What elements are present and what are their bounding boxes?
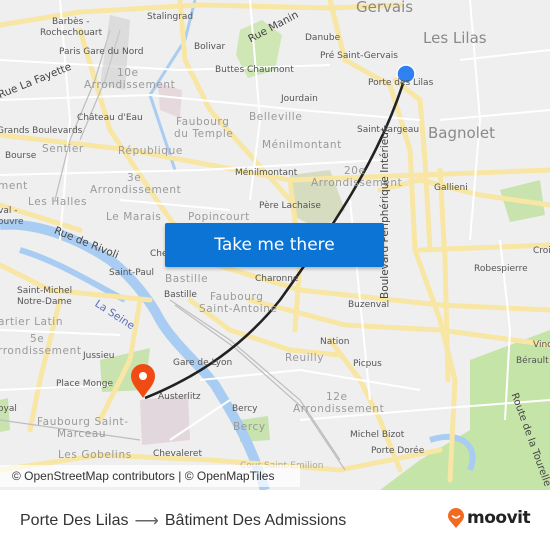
map-label-quartier-latin: artier Latin <box>0 316 64 328</box>
map-label-belleville: Belleville <box>249 111 303 123</box>
zone-pitie-salpetriere <box>140 395 190 445</box>
map-label-3e-arr: Arrondissement <box>90 184 182 196</box>
map-attribution[interactable]: © OpenStreetMap contributors | © OpenMap… <box>0 465 300 487</box>
map-label-republique: République <box>118 145 183 157</box>
map-label-saint-michel: Saint-Michel <box>17 286 73 296</box>
moovit-wordmark: moovit <box>467 508 531 528</box>
map-label-jussieu: Jussieu <box>83 351 115 361</box>
map-label-vincennes: Vinc <box>533 340 550 350</box>
map-label-bourse: Bourse <box>5 151 37 161</box>
map-label-saint-antoine: Saint-Antoine <box>199 303 278 315</box>
map-label-pre-saint-gervais: Pré Saint-Gervais <box>320 51 398 61</box>
map-label-louvre-2: ouvre <box>0 217 24 227</box>
map-label-danube: Danube <box>305 33 341 43</box>
map-label-faubourg-st-marceau: Faubourg Saint- <box>37 416 129 428</box>
map-label-barbes: Barbès - <box>52 17 90 27</box>
map-label-stalingrad: Stalingrad <box>147 12 194 22</box>
map-label-10e-arr: Arrondissement <box>84 79 176 91</box>
map-label-porte-doree: Porte Dorée <box>371 446 425 456</box>
moovit-logo[interactable]: moovit <box>448 508 531 528</box>
map-label-bercy-station: Bercy <box>232 404 258 414</box>
map-label-notre-dame: Notre-Dame <box>17 297 72 307</box>
map-label-charonne: Charonne <box>255 274 299 284</box>
map-label-sentier: Sentier <box>42 143 84 155</box>
map-label-gallieni: Gallieni <box>434 183 468 193</box>
map-label-bastille-dist: Bastille <box>165 273 209 285</box>
destination-name: Bâtiment Des Admissions <box>164 512 347 529</box>
map-label-menilmontant: Ménilmontant <box>235 168 298 178</box>
map-label-gare-de-lyon: Gare de Lyon <box>173 358 233 368</box>
map-label-les-lilas: Les Lilas <box>423 29 487 47</box>
map-label-michel-bizot: Michel Bizot <box>350 430 405 440</box>
map-label-les-gobelins: Les Gobelins <box>58 449 132 461</box>
map-label-faubourg-du-temple: Faubourg <box>176 116 230 128</box>
map-label-saint-paul: Saint-Paul <box>109 268 154 278</box>
map-label-pere-lachaise: Père Lachaise <box>259 201 321 211</box>
map-label-les-halles: Les Halles <box>28 196 88 208</box>
map-label-berault: Bérault <box>516 356 549 366</box>
map-label-nation: Nation <box>320 337 350 347</box>
map-label-chateau-deau: Château d'Eau <box>77 113 143 123</box>
map-label-buttes-chaumont: Buttes Chaumont <box>215 65 294 75</box>
map-label-arrondissement-left: ment <box>0 180 28 192</box>
map-label-10e: 10e <box>117 67 139 79</box>
map-label-faubourg-st-antoine: Faubourg <box>210 291 264 303</box>
map-label-gervais: Gervais <box>356 0 414 16</box>
arrow-right-icon: ⟶ <box>134 511 159 530</box>
map-label-5e: 5e <box>30 333 45 345</box>
map-label-bercy-dist: Bercy <box>233 421 266 433</box>
footer: Porte Des Lilas ⟶ Bâtiment Des Admission… <box>0 490 550 550</box>
map-label-austerlitz: Austerlitz <box>158 392 201 402</box>
map-pin-icon <box>131 364 155 398</box>
moovit-pin-icon <box>448 508 464 528</box>
map-label-chevaleret: Chevaleret <box>153 449 202 459</box>
map-label-robespierre: Robespierre <box>474 264 528 274</box>
map-label-20e: 20e <box>344 165 366 177</box>
map-label-bagnolet: Bagnolet <box>428 124 495 142</box>
map-label-jourdain: Jourdain <box>281 94 318 104</box>
map-label-5e-arr: rrondissement <box>0 345 82 357</box>
map-label-12e: 12e <box>326 391 348 403</box>
map-label-croix: Croi <box>533 246 550 256</box>
map-label-picpus: Picpus <box>353 359 382 369</box>
map-label-3e: 3e <box>127 172 142 184</box>
map-label-le-marais: Le Marais <box>106 211 162 223</box>
map-label-porte-des-lilas: Porte des Lilas <box>368 78 434 88</box>
route-title: Porte Des Lilas ⟶ Bâtiment Des Admission… <box>20 511 346 531</box>
origin-name: Porte Des Lilas <box>20 512 129 529</box>
map[interactable]: Gervais Les Lilas Bagnolet Barbès - Roch… <box>0 0 550 490</box>
map-label-grands-boulevards: Grands Boulevards <box>0 126 83 136</box>
map-label-bolivar: Bolivar <box>194 42 226 52</box>
map-label-popincourt: Popincourt <box>188 211 250 223</box>
map-label-place-monge: Place Monge <box>56 379 114 389</box>
map-label-louvre-1: val - <box>0 206 18 216</box>
map-label-12e-arr: Arrondissement <box>293 403 385 415</box>
map-label-royal: oyal <box>0 404 17 414</box>
take-me-there-button[interactable]: Take me there <box>165 223 384 267</box>
map-label-gare-du-nord: Paris Gare du Nord <box>59 47 144 57</box>
map-label-bastille: Bastille <box>164 290 197 300</box>
map-label-menilmontant-dist: Ménilmontant <box>262 139 342 151</box>
map-label-rochechouart: Rochechouart <box>40 28 103 38</box>
map-label-buzenval: Buzenval <box>348 300 390 310</box>
map-label-du-temple: du Temple <box>174 128 234 140</box>
map-label-marceau: Marceau <box>57 428 107 440</box>
map-label-reuilly: Reuilly <box>285 352 325 364</box>
